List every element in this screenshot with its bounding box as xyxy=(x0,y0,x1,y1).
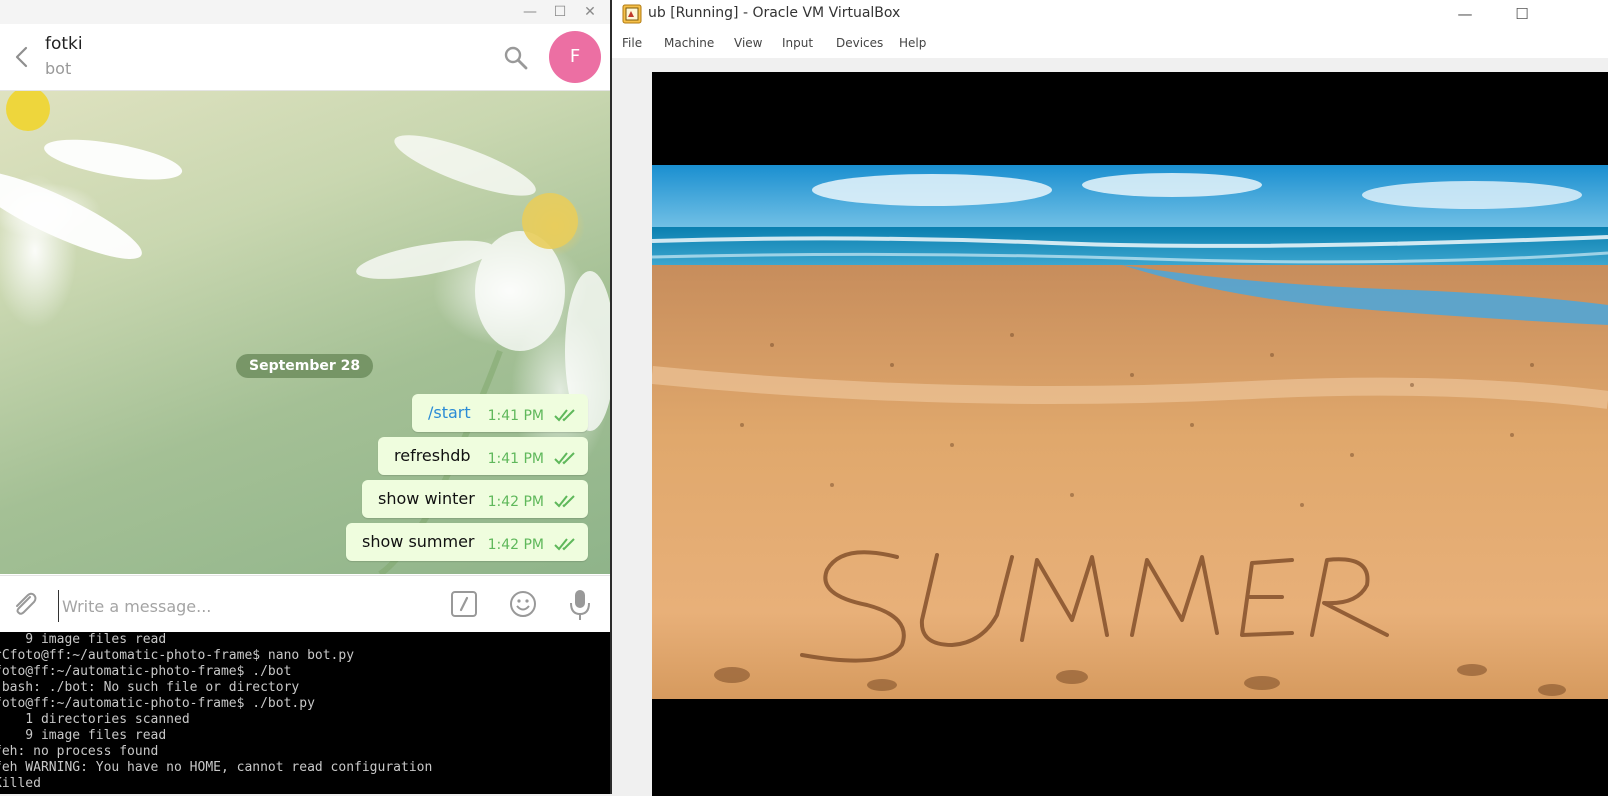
message-bubble[interactable]: /start 1:41 PM xyxy=(412,394,588,432)
terminal-line: foto@ff:~/automatic-photo-frame$ ./bot.p… xyxy=(0,696,315,711)
virtualbox-titlebar: ub [Running] - Oracle VM VirtualBox — ☐ xyxy=(612,0,1608,28)
chat-name[interactable]: fotki xyxy=(45,34,83,54)
terminal-line: feh: no process found xyxy=(0,744,159,759)
terminal-window[interactable]: 9 image files read ^Cfoto@ff:~/automatic… xyxy=(0,632,610,794)
terminal-line: feh WARNING: You have no HOME, cannot re… xyxy=(0,760,433,775)
microphone-icon[interactable] xyxy=(568,588,592,622)
window-title: ub [Running] - Oracle VM VirtualBox xyxy=(648,5,901,21)
message-input[interactable] xyxy=(58,590,434,622)
attach-icon[interactable] xyxy=(10,589,40,619)
close-button[interactable]: ✕ xyxy=(580,2,600,22)
terminal-line: 1 directories scanned xyxy=(0,712,190,727)
menu-view[interactable]: View xyxy=(734,36,762,50)
search-icon[interactable] xyxy=(502,44,530,72)
maximize-button[interactable]: ☐ xyxy=(550,2,570,22)
double-check-icon xyxy=(554,452,575,465)
menu-help[interactable]: Help xyxy=(899,36,926,50)
maximize-button[interactable]: ☐ xyxy=(1507,2,1537,26)
message-text[interactable]: refreshdb xyxy=(394,446,471,465)
message-text[interactable]: show winter xyxy=(378,489,475,508)
back-icon[interactable] xyxy=(10,42,34,72)
terminal-line: 9 image files read xyxy=(0,632,167,647)
chat-status: bot xyxy=(45,59,72,78)
message-list: September 28 /start 1:41 PM refreshdb 1:… xyxy=(0,91,610,574)
message-bubble[interactable]: refreshdb 1:41 PM xyxy=(378,437,588,475)
virtualbox-app-icon xyxy=(622,4,642,24)
chat-header: fotki bot F xyxy=(0,24,610,91)
terminal-line: foto@ff:~/automatic-photo-frame$ ./bot xyxy=(0,664,292,679)
date-separator: September 28 xyxy=(236,354,374,378)
beach-photo xyxy=(652,165,1608,699)
menu-input[interactable]: Input xyxy=(782,36,813,50)
terminal-line: -bash: ./bot: No such file or directory xyxy=(0,680,300,695)
message-text[interactable]: show summer xyxy=(362,532,475,551)
menu-file[interactable]: File xyxy=(622,36,642,50)
message-composer xyxy=(0,575,610,632)
message-bubble[interactable]: show summer 1:42 PM xyxy=(346,523,588,561)
message-time: 1:41 PM xyxy=(487,451,544,467)
double-check-icon xyxy=(554,495,575,508)
menu-machine[interactable]: Machine xyxy=(664,36,714,50)
minimize-button[interactable]: — xyxy=(1450,2,1480,26)
command-icon[interactable] xyxy=(450,590,478,618)
terminal-line: ^Cfoto@ff:~/automatic-photo-frame$ nano … xyxy=(0,648,355,663)
virtualbox-window: ub [Running] - Oracle VM VirtualBox — ☐ … xyxy=(612,0,1608,796)
menu-devices[interactable]: Devices xyxy=(836,36,883,50)
double-check-icon xyxy=(554,409,575,422)
virtualbox-body xyxy=(612,58,1608,796)
telegram-window: — ☐ ✕ fotki bot F September 28 /start 1:… xyxy=(0,0,610,632)
avatar[interactable]: F xyxy=(549,31,601,83)
message-text[interactable]: /start xyxy=(428,403,471,422)
menu-bar: File Machine View Input Devices Help xyxy=(612,28,1608,58)
terminal-output: 9 image files read ^Cfoto@ff:~/automatic… xyxy=(0,632,432,792)
message-time: 1:42 PM xyxy=(487,494,544,510)
vm-display[interactable] xyxy=(652,72,1608,796)
minimize-button[interactable]: — xyxy=(520,2,540,22)
terminal-line: 9 image files read xyxy=(0,728,167,743)
double-check-icon xyxy=(554,538,575,551)
message-time: 1:42 PM xyxy=(487,537,544,553)
terminal-line: Killed xyxy=(0,776,41,791)
emoji-icon[interactable] xyxy=(508,589,538,619)
message-time: 1:41 PM xyxy=(487,408,544,424)
telegram-titlebar: — ☐ ✕ xyxy=(0,0,610,24)
message-bubble[interactable]: show winter 1:42 PM xyxy=(362,480,588,518)
